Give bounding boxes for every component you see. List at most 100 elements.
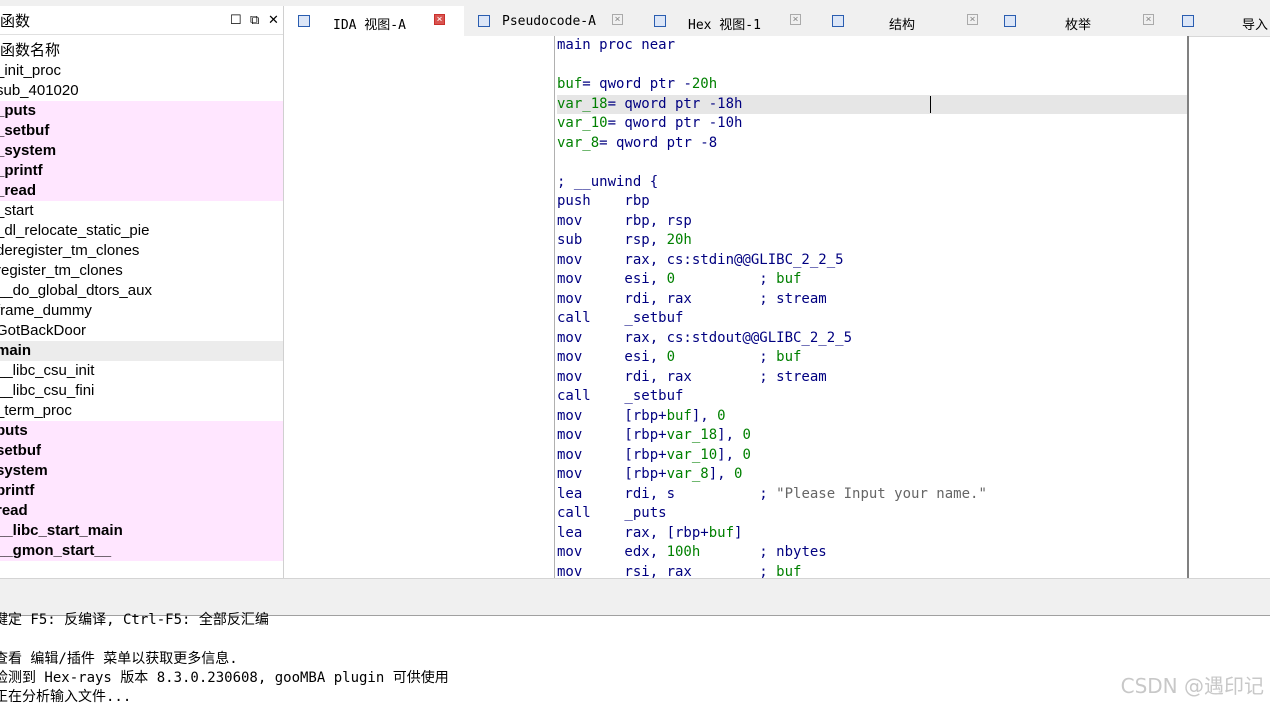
code-line[interactable]: mov rax, cs:stdin@@GLIBC_2_2_5 (557, 251, 1187, 271)
code-line[interactable]: mov [rbp+var_10], 0 (557, 446, 1187, 466)
close-tab-icon[interactable]: × (967, 14, 978, 25)
function-list-item[interactable]: __libc_csu_init (0, 361, 283, 381)
code-line[interactable]: var_10= qword ptr -10h (557, 114, 1187, 134)
code-line[interactable]: buf= qword ptr -20h (557, 75, 1187, 95)
code-line[interactable]: mov esi, 0 ; buf (557, 270, 1187, 290)
function-list-item[interactable]: _start (0, 201, 283, 221)
function-list-item[interactable]: _term_proc (0, 401, 283, 421)
function-name-column-header[interactable]: 函数名称 (0, 35, 283, 61)
output-line: 检测到 Hex-rays 版本 8.3.0.230608, gooMBA plu… (0, 670, 449, 686)
function-list-item[interactable]: puts (0, 421, 283, 441)
function-name: printf (0, 482, 35, 499)
pseudocode-icon (478, 15, 490, 27)
code-line[interactable]: mov rax, cs:stdout@@GLIBC_2_2_5 (557, 329, 1187, 349)
function-name: _init_proc (0, 62, 62, 79)
code-line[interactable]: lea rdi, s ; "Please Input your name." (557, 485, 1187, 505)
watermark: CSDN @遇印记 (1120, 674, 1264, 698)
function-name: __do_global_dtors_aux (0, 282, 152, 299)
structures-icon (832, 15, 844, 27)
function-name: _dl_relocate_static_pie (0, 222, 150, 239)
close-tab-icon[interactable]: × (790, 14, 801, 25)
tab-bar: IDA 视图-A × Pseudocode-A × Hex 视图-1 × 结构 … (284, 6, 1270, 37)
function-list-item[interactable]: __libc_csu_fini (0, 381, 283, 401)
hex-icon (654, 15, 666, 27)
function-list-item[interactable]: register_tm_clones (0, 261, 283, 281)
function-list-item[interactable]: main (0, 341, 283, 361)
tab-ida-view-a[interactable]: IDA 视图-A × (284, 6, 464, 36)
function-list-item[interactable]: sub_401020 (0, 81, 283, 101)
code-line[interactable]: mov edx, 100h ; nbytes (557, 543, 1187, 563)
output-line: 查看 编辑/插件 菜单以获取更多信息. (0, 651, 238, 667)
close-tab-icon[interactable]: × (434, 14, 445, 25)
function-name: __gmon_start__ (0, 542, 112, 559)
function-name: frame_dummy (0, 302, 92, 319)
function-list-item[interactable]: __libc_start_main (0, 521, 283, 541)
code-line[interactable]: mov rdi, rax ; stream (557, 290, 1187, 310)
code-line[interactable]: mov [rbp+buf], 0 (557, 407, 1187, 427)
tab-pseudocode-a[interactable]: Pseudocode-A × (464, 6, 640, 36)
code-line[interactable] (557, 56, 1187, 76)
code-line[interactable]: lea rax, [rbp+buf] (557, 524, 1187, 544)
function-name: _puts (0, 102, 37, 119)
function-list-item[interactable]: setbuf (0, 441, 283, 461)
function-list: _init_proc sub_401020 _puts _setbuf _system _… (0, 61, 283, 561)
output-window[interactable]: 键定 F5: 反编译, Ctrl-F5: 全部反汇编 查看 编辑/插件 菜单以获… (0, 612, 1270, 707)
function-list-item[interactable]: _read (0, 181, 283, 201)
code-line[interactable]: call _setbuf (557, 309, 1187, 329)
function-list-item[interactable]: _init_proc (0, 61, 283, 81)
code-line[interactable]: mov rsi, rax ; buf (557, 563, 1187, 579)
function-list-item[interactable]: _setbuf (0, 121, 283, 141)
imports-icon (1182, 15, 1194, 27)
code-line[interactable]: mov [rbp+var_18], 0 (557, 426, 1187, 446)
tab-hex-view-1[interactable]: Hex 视图-1 × (640, 6, 818, 36)
code-line[interactable]: mov [rbp+var_8], 0 (557, 465, 1187, 485)
function-list-item[interactable]: _puts (0, 101, 283, 121)
text-cursor (930, 96, 931, 113)
function-name: _term_proc (0, 402, 72, 419)
disassembly-listing[interactable]: main proc near buf= qword ptr -20h var_18=… (557, 36, 1187, 578)
close-icon[interactable]: ✕ (268, 12, 279, 28)
code-line[interactable]: mov rbp, rsp (557, 212, 1187, 232)
function-list-item[interactable]: __gmon_start__ (0, 541, 283, 561)
code-line[interactable]: ; __unwind { (557, 173, 1187, 193)
disassembly-view[interactable]: main proc near buf= qword ptr -20h var_18=… (284, 36, 1187, 578)
functions-panel-titlebar: 函数 ☐ ⧉ ✕ (0, 6, 283, 35)
tab-imports[interactable]: 导入 (1168, 6, 1270, 36)
close-tab-icon[interactable]: × (612, 14, 623, 25)
code-line[interactable] (557, 153, 1187, 173)
tab-enums[interactable]: 枚举 × (990, 6, 1168, 36)
code-line[interactable]: var_18= qword ptr -18h (557, 94, 1187, 114)
function-list-item[interactable]: _system (0, 141, 283, 161)
function-list-item[interactable]: GotBackDoor (0, 321, 283, 341)
code-line[interactable]: call _puts (557, 504, 1187, 524)
function-name: read (0, 502, 28, 519)
tab-structures[interactable]: 结构 × (818, 6, 990, 36)
maximize-icon[interactable]: ☐ (230, 12, 242, 28)
code-line[interactable]: sub rsp, 20h (557, 231, 1187, 251)
disassembly-icon (298, 15, 310, 27)
code-line[interactable]: mov rdi, rax ; stream (557, 368, 1187, 388)
function-name: GotBackDoor (0, 322, 87, 339)
code-line[interactable]: mov esi, 0 ; buf (557, 348, 1187, 368)
function-list-item[interactable]: printf (0, 481, 283, 501)
close-tab-icon[interactable]: × (1143, 14, 1154, 25)
function-name: setbuf (0, 442, 41, 459)
function-name: _system (0, 142, 57, 159)
function-list-item[interactable]: frame_dummy (0, 301, 283, 321)
function-list-item[interactable]: system (0, 461, 283, 481)
code-line[interactable]: push rbp (557, 192, 1187, 212)
function-list-item[interactable]: _printf (0, 161, 283, 181)
code-line[interactable]: var_8= qword ptr -8 (557, 134, 1187, 154)
restore-icon[interactable]: ⧉ (250, 12, 259, 28)
code-line[interactable]: main proc near (557, 36, 1187, 56)
code-line[interactable]: call _setbuf (557, 387, 1187, 407)
function-name: __libc_start_main (0, 522, 123, 539)
enums-icon (1004, 15, 1016, 27)
function-list-item[interactable]: deregister_tm_clones (0, 241, 283, 261)
function-name: puts (0, 422, 28, 439)
function-list-item[interactable]: __do_global_dtors_aux (0, 281, 283, 301)
function-list-item[interactable]: read (0, 501, 283, 521)
function-name: deregister_tm_clones (0, 242, 140, 259)
function-name: system (0, 462, 48, 479)
function-list-item[interactable]: _dl_relocate_static_pie (0, 221, 283, 241)
